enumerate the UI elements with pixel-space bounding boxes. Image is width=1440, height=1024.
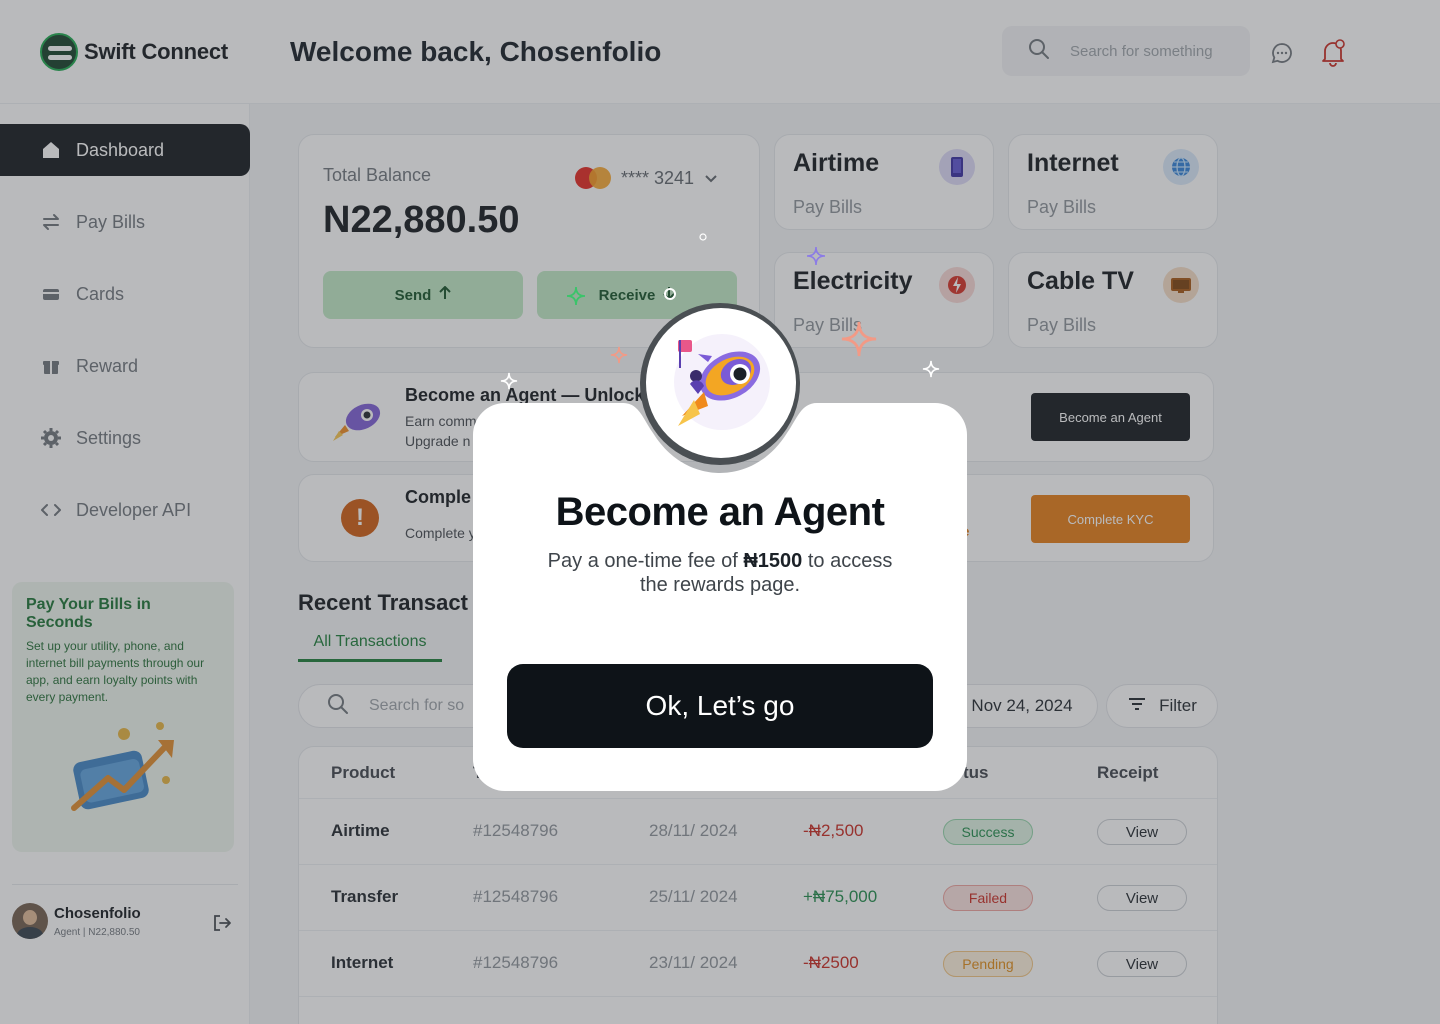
- rocket-icon: [674, 334, 770, 430]
- sparkle-icon: [610, 346, 628, 364]
- sparkle-icon: [806, 246, 826, 266]
- rocket-badge: [646, 308, 796, 458]
- sparkle-dot-icon: [699, 233, 707, 241]
- modal-text: Pay a one-time fee of ₦1500 to access th…: [540, 549, 900, 597]
- sparkle-dot-icon: [664, 288, 676, 300]
- modal-fee: ₦1500: [743, 550, 803, 572]
- sparkle-icon: [566, 286, 586, 306]
- confirm-button[interactable]: Ok, Let’s go: [507, 664, 933, 748]
- sparkle-icon: [841, 321, 877, 357]
- modal-title: Become an Agent: [555, 490, 885, 534]
- sparkle-icon: [500, 372, 518, 390]
- modal-text-before: Pay a one-time fee of: [547, 550, 744, 572]
- sparkle-icon: [922, 360, 940, 378]
